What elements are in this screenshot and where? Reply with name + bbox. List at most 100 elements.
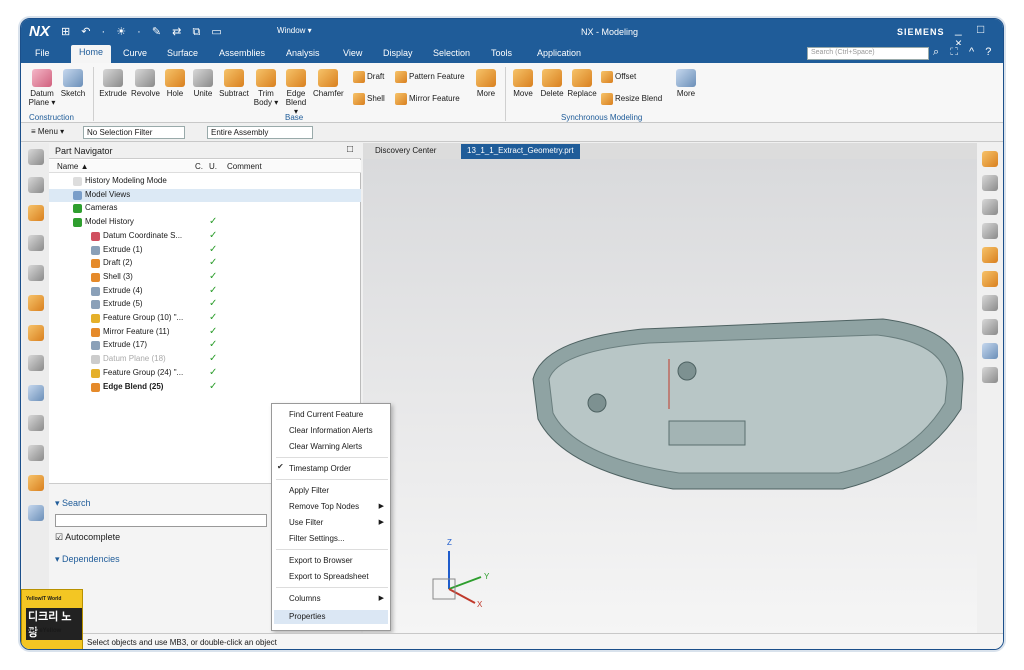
delete-button[interactable]: Delete xyxy=(539,69,565,98)
lighting-icon[interactable] xyxy=(982,271,998,287)
dependencies-section-title[interactable]: ▾ Dependencies xyxy=(55,554,120,565)
assembly-navigator-icon[interactable] xyxy=(28,177,44,193)
section-view-icon[interactable] xyxy=(982,223,998,239)
trim-body-button[interactable]: Trim Body ▾ xyxy=(253,69,279,107)
menu-item-use-filter[interactable]: Use Filter xyxy=(289,516,323,530)
tree-row[interactable]: Model Views xyxy=(49,188,361,203)
tab-part-file[interactable]: 13_1_1_Extract_Geometry.prt xyxy=(461,144,580,159)
draft-button[interactable]: Draft xyxy=(353,71,384,83)
web-browser-icon[interactable] xyxy=(28,325,44,341)
datum-plane-button[interactable]: Datum Plane ▾ xyxy=(27,69,57,107)
orient-view-icon[interactable] xyxy=(982,247,998,263)
revolve-button[interactable]: Revolve xyxy=(131,69,160,98)
history-icon[interactable] xyxy=(28,355,44,371)
column-comment[interactable]: Comment xyxy=(227,162,262,171)
system-scenes-icon[interactable] xyxy=(28,505,44,521)
menu-item-properties[interactable]: Properties xyxy=(274,610,388,624)
mirror-feature-button[interactable]: Mirror Feature xyxy=(395,93,460,105)
menu-item-remove-top-nodes[interactable]: Remove Top Nodes xyxy=(289,500,359,514)
navigator-search-input[interactable] xyxy=(55,514,267,527)
menu-item-export-to-browser[interactable]: Export to Browser xyxy=(289,554,353,568)
chamfer-button[interactable]: Chamfer xyxy=(313,69,344,98)
roles-icon[interactable] xyxy=(28,475,44,491)
menu-button[interactable]: ≡ Menu ▾ xyxy=(31,127,64,136)
menubar-icons[interactable]: ⌕ ⛶ ^ ? xyxy=(933,46,995,59)
more-sync-button[interactable]: More xyxy=(673,69,699,98)
tab-application[interactable]: Application xyxy=(537,48,581,58)
tab-selection[interactable]: Selection xyxy=(433,48,470,58)
autocomplete-checkbox[interactable]: ☑ Autocomplete xyxy=(55,532,120,543)
sketch-button[interactable]: Sketch xyxy=(59,69,87,98)
more-base-button[interactable]: More xyxy=(473,69,499,98)
tree-row[interactable]: Extrude (17) ✓ xyxy=(49,339,361,353)
subtract-button[interactable]: Subtract xyxy=(219,69,249,98)
shaded-view-icon[interactable] xyxy=(982,175,998,191)
tree-row[interactable]: Extrude (4) ✓ xyxy=(49,285,361,299)
command-search-input[interactable]: Search (Ctrl+Space) xyxy=(807,47,929,60)
visibility-icon[interactable] xyxy=(982,367,998,383)
constraint-navigator-icon[interactable] xyxy=(28,205,44,221)
hide-show-icon[interactable] xyxy=(982,343,998,359)
window-menu[interactable]: Window ▾ xyxy=(277,26,312,35)
assembly-scope-select[interactable]: Entire Assembly xyxy=(207,126,313,139)
hd3d-tools-icon[interactable] xyxy=(28,295,44,311)
gear-icon[interactable] xyxy=(28,149,44,165)
graphics-viewport[interactable]: Z Y X xyxy=(363,159,977,633)
search-section-title[interactable]: ▾ Search xyxy=(55,498,91,509)
menu-item-columns[interactable]: Columns xyxy=(289,592,321,606)
wireframe-icon[interactable] xyxy=(982,199,998,215)
render-style-icon[interactable] xyxy=(982,319,998,335)
tab-assemblies[interactable]: Assemblies xyxy=(219,48,265,58)
resize-blend-button[interactable]: Resize Blend xyxy=(601,93,662,105)
hole-button[interactable]: Hole xyxy=(163,69,187,98)
menu-item-export-to-spreadsheet[interactable]: Export to Spreadsheet xyxy=(289,570,369,584)
extrude-button[interactable]: Extrude xyxy=(99,69,127,98)
menu-item-filter-settings[interactable]: Filter Settings... xyxy=(289,532,345,546)
tools-icon[interactable] xyxy=(28,445,44,461)
menu-item-timestamp-order[interactable]: Timestamp Order xyxy=(289,462,351,476)
menu-item-clear-information-alerts[interactable]: Clear Information Alerts xyxy=(289,424,373,438)
quick-access-toolbar[interactable]: ⊞ ↶ · ☀ · ✎ ⇄ ⧉ ▭ xyxy=(61,25,226,39)
part-navigator-icon[interactable] xyxy=(28,235,44,251)
pattern-feature-button[interactable]: Pattern Feature xyxy=(395,71,465,83)
clock-icon[interactable] xyxy=(28,415,44,431)
fit-view-icon[interactable] xyxy=(982,151,998,167)
tree-row[interactable]: Model History ✓ xyxy=(49,216,361,230)
tree-row[interactable]: History Modeling Mode xyxy=(49,175,361,189)
column-current[interactable]: C. xyxy=(195,162,203,171)
tree-row[interactable]: Edge Blend (25) ✓ xyxy=(49,381,361,395)
replace-button[interactable]: Replace xyxy=(567,69,597,98)
maximize-icon[interactable]: □ xyxy=(347,144,353,155)
shell-button[interactable]: Shell xyxy=(353,93,385,105)
tree-row[interactable]: Feature Group (24) "... ✓ xyxy=(49,367,361,381)
tree-row[interactable]: Extrude (5) ✓ xyxy=(49,298,361,312)
offset-button[interactable]: Offset xyxy=(601,71,636,83)
tree-row[interactable]: Feature Group (10) "... ✓ xyxy=(49,312,361,326)
column-uptodate[interactable]: U. xyxy=(209,162,217,171)
tab-display[interactable]: Display xyxy=(383,48,413,58)
menu-item-find-current-feature[interactable]: Find Current Feature xyxy=(289,408,363,422)
menu-item-clear-warning-alerts[interactable]: Clear Warning Alerts xyxy=(289,440,362,454)
tree-row[interactable]: Draft (2) ✓ xyxy=(49,257,361,271)
edge-blend-button[interactable]: Edge Blend ▾ xyxy=(283,69,309,116)
tree-row[interactable]: Shell (3) ✓ xyxy=(49,271,361,285)
tab-file[interactable]: File xyxy=(35,48,50,58)
unite-button[interactable]: Unite xyxy=(191,69,215,98)
move-button[interactable]: Move xyxy=(511,69,535,98)
tree-row[interactable]: Cameras xyxy=(49,202,361,216)
tab-curve[interactable]: Curve xyxy=(123,48,147,58)
tree-row[interactable]: Extrude (1) ✓ xyxy=(49,244,361,258)
tab-surface[interactable]: Surface xyxy=(167,48,198,58)
tab-view[interactable]: View xyxy=(343,48,362,58)
tab-tools[interactable]: Tools xyxy=(491,48,512,58)
column-name[interactable]: Name ▲ xyxy=(57,162,88,171)
tab-analysis[interactable]: Analysis xyxy=(286,48,320,58)
reuse-library-icon[interactable] xyxy=(28,265,44,281)
tree-row[interactable]: Datum Coordinate S... ✓ xyxy=(49,230,361,244)
menu-item-apply-filter[interactable]: Apply Filter xyxy=(289,484,329,498)
tree-row[interactable]: Mirror Feature (11) ✓ xyxy=(49,326,361,340)
tab-discovery-center[interactable]: Discovery Center xyxy=(369,144,442,159)
tab-home[interactable]: Home xyxy=(71,45,112,63)
tree-row[interactable]: Datum Plane (18) ✓ xyxy=(49,353,361,367)
selection-filter-select[interactable]: No Selection Filter xyxy=(83,126,185,139)
